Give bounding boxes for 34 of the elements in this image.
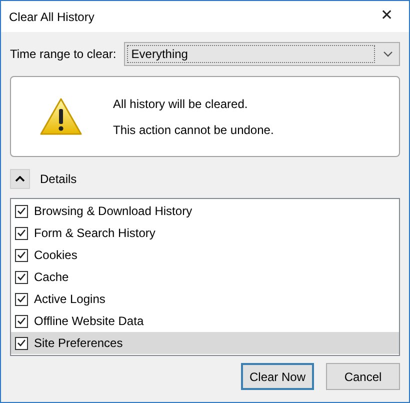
- checkbox[interactable]: [15, 314, 28, 328]
- checkmark-icon: [17, 273, 26, 281]
- history-item[interactable]: Active Logins: [11, 288, 399, 310]
- history-item[interactable]: Cache: [11, 266, 399, 288]
- history-item[interactable]: Form & Search History: [11, 222, 399, 244]
- checkbox[interactable]: [15, 270, 28, 284]
- checkmark-icon: [17, 229, 26, 237]
- checkbox[interactable]: [15, 226, 28, 240]
- checkmark-icon: [17, 317, 26, 325]
- warning-text: All history will be cleared.: [113, 96, 249, 112]
- close-button[interactable]: ✕: [373, 4, 401, 28]
- window-title: Clear All History: [9, 8, 94, 26]
- warning-icon: [39, 96, 83, 136]
- checkmark-icon: [17, 251, 26, 259]
- history-item[interactable]: Site Preferences: [11, 332, 399, 354]
- details-label: Details: [40, 171, 77, 188]
- details-toggle-button[interactable]: [10, 169, 30, 189]
- chevron-up-icon: [15, 176, 25, 182]
- time-range-label: Time range to clear:: [10, 46, 116, 63]
- history-item[interactable]: Browsing & Download History: [11, 200, 399, 222]
- chevron-down-icon: [383, 51, 393, 57]
- checkbox[interactable]: [15, 336, 28, 350]
- history-item[interactable]: Offline Website Data: [11, 310, 399, 332]
- checkbox[interactable]: [15, 248, 28, 262]
- checkmark-icon: [17, 295, 26, 303]
- warning-text: This action cannot be undone.: [113, 122, 274, 138]
- clear-now-button[interactable]: Clear Now: [241, 363, 314, 390]
- history-item[interactable]: Cookies: [11, 244, 399, 266]
- cancel-button[interactable]: Cancel: [326, 363, 400, 390]
- checkmark-icon: [17, 339, 26, 347]
- checkmark-icon: [17, 207, 26, 215]
- time-range-dropdown[interactable]: Everything: [124, 42, 400, 66]
- checkbox[interactable]: [15, 204, 28, 218]
- checkbox[interactable]: [15, 292, 28, 306]
